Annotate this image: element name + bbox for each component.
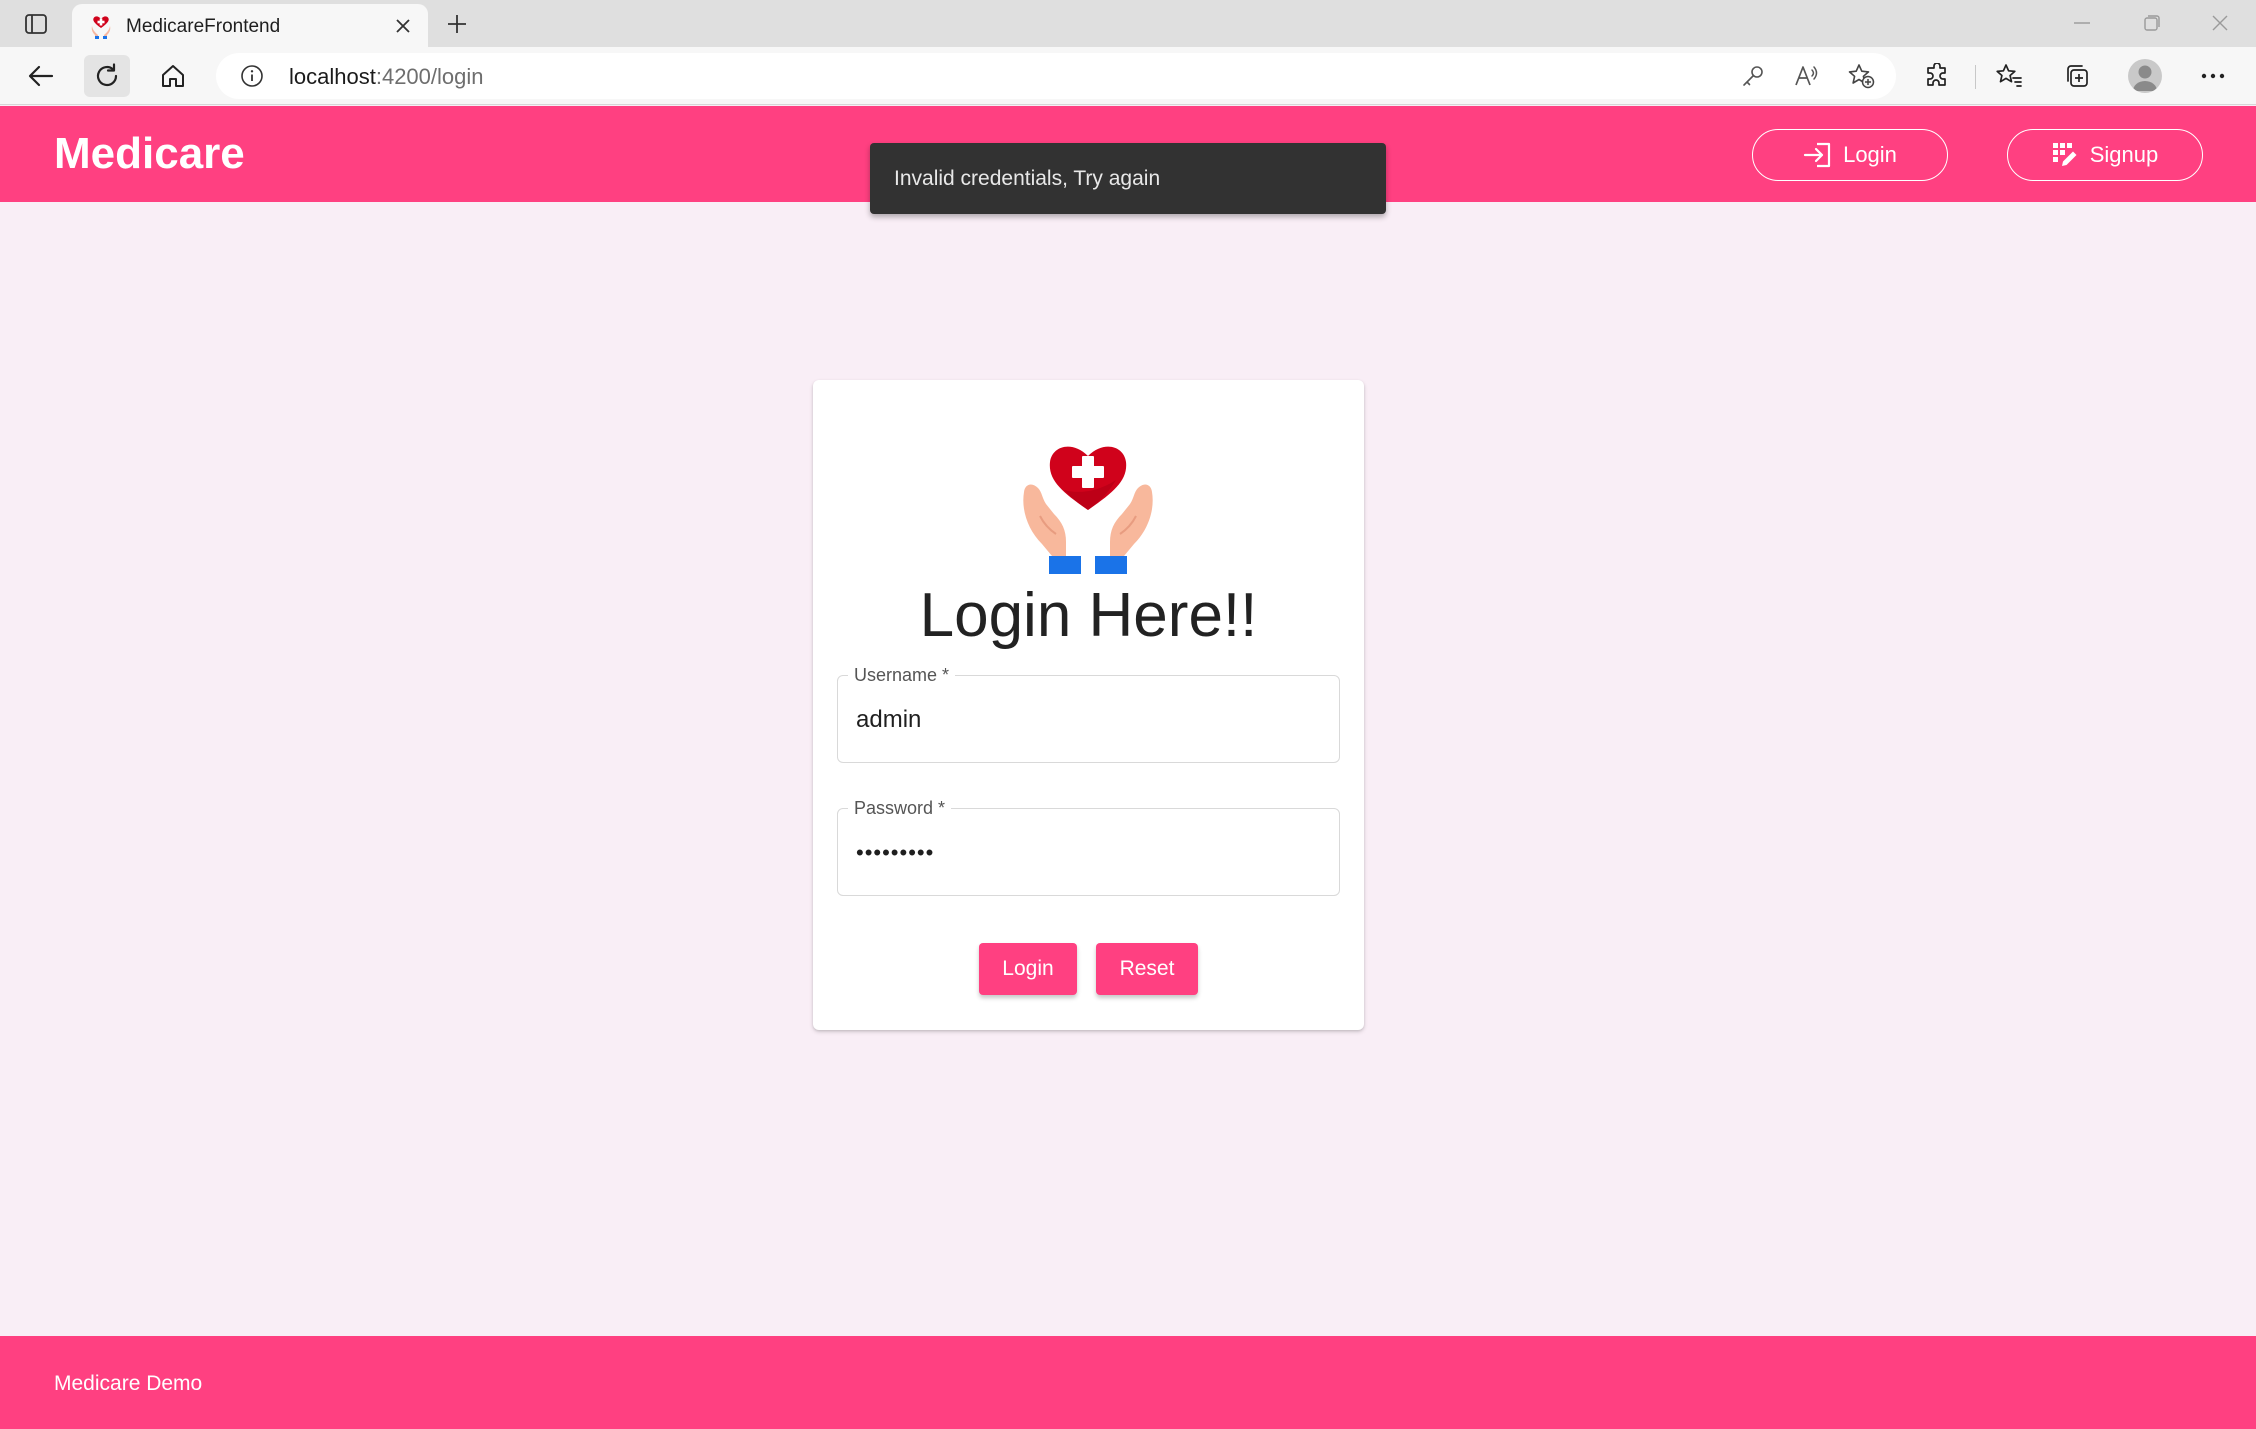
signup-app-registration-icon xyxy=(2052,143,2077,166)
header-login-button[interactable]: Login xyxy=(1752,129,1948,181)
collections-icon[interactable] xyxy=(2054,55,2100,97)
home-icon[interactable] xyxy=(150,55,196,97)
password-key-icon[interactable] xyxy=(1738,62,1768,90)
footer-text: Medicare Demo xyxy=(54,1372,203,1395)
more-options-icon[interactable] xyxy=(2190,55,2236,97)
extensions-icon[interactable] xyxy=(1914,55,1960,97)
header-signup-button[interactable]: Signup xyxy=(2007,129,2203,181)
login-card: Login Here!! Username * Password * Login… xyxy=(813,380,1364,1030)
back-arrow-icon[interactable] xyxy=(18,55,64,97)
caring-hands-heart-icon xyxy=(1023,446,1153,574)
close-tab-icon[interactable] xyxy=(390,13,416,39)
url-text[interactable]: localhost:4200/login xyxy=(289,64,484,90)
password-field[interactable]: Password * xyxy=(837,798,1340,896)
brand-title[interactable]: Medicare xyxy=(54,129,245,179)
url-path: :4200/login xyxy=(375,64,484,89)
reset-button[interactable]: Reset xyxy=(1096,943,1198,995)
minimize-icon[interactable] xyxy=(2062,8,2102,38)
toolbar-separator xyxy=(1975,65,1976,89)
favorites-icon[interactable] xyxy=(1986,55,2032,97)
username-input[interactable] xyxy=(854,700,1324,740)
login-title: Login Here!! xyxy=(919,581,1258,650)
username-label: Username * xyxy=(848,665,956,686)
snackbar-message: Invalid credentials, Try again xyxy=(894,166,1161,190)
header-login-label: Login xyxy=(1843,142,1897,167)
login-button[interactable]: Login xyxy=(979,943,1077,995)
read-aloud-icon[interactable] xyxy=(1792,62,1822,90)
browser-tab[interactable]: MedicareFrontend xyxy=(72,4,428,48)
app-footer: Medicare Demo xyxy=(0,1336,2256,1429)
browser-toolbar: localhost:4200/login xyxy=(0,47,2256,105)
close-window-icon[interactable] xyxy=(2200,8,2240,38)
profile-avatar-icon[interactable] xyxy=(2128,59,2162,93)
refresh-icon[interactable] xyxy=(84,55,130,97)
username-field[interactable]: Username * xyxy=(837,665,1340,763)
site-info-icon[interactable] xyxy=(240,64,264,88)
browser-tab-bar: MedicareFrontend xyxy=(0,0,2256,48)
add-favorite-icon[interactable] xyxy=(1846,62,1876,90)
header-signup-label: Signup xyxy=(2089,142,2159,167)
error-snackbar: Invalid credentials, Try again xyxy=(870,143,1386,214)
address-bar[interactable]: localhost:4200/login xyxy=(216,53,1896,99)
tab-actions-icon[interactable] xyxy=(20,10,52,38)
medicare-favicon-icon xyxy=(91,16,111,39)
password-input[interactable] xyxy=(854,833,1324,873)
password-label: Password * xyxy=(848,798,952,819)
tab-title: MedicareFrontend xyxy=(126,16,281,37)
login-icon xyxy=(1803,142,1831,168)
url-host: localhost xyxy=(289,64,376,89)
new-tab-icon[interactable] xyxy=(440,8,474,40)
restore-icon[interactable] xyxy=(2132,8,2172,38)
